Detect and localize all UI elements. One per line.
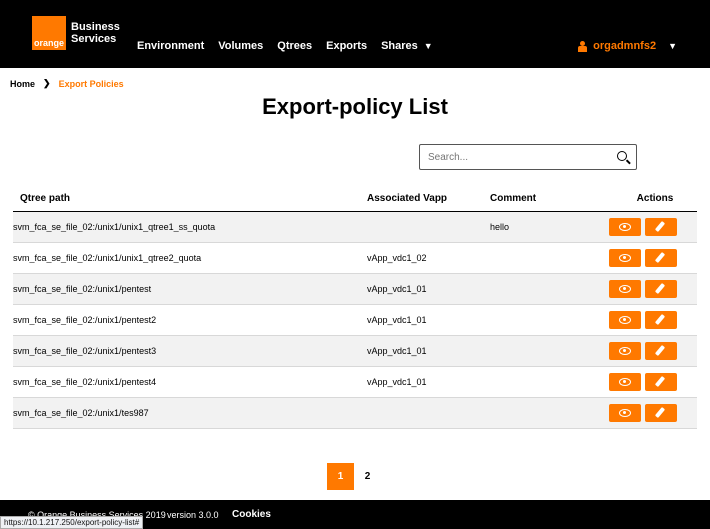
eye-icon — [619, 254, 631, 262]
row-actions — [609, 280, 697, 298]
chevron-down-icon: ▼ — [668, 41, 677, 51]
view-button[interactable] — [609, 373, 641, 391]
username: orgadmnfs2 — [593, 40, 657, 52]
header-actions: Actions — [636, 192, 674, 204]
pencil-icon — [654, 376, 666, 387]
edit-button[interactable] — [645, 404, 677, 422]
eye-icon — [619, 285, 631, 293]
pagination: 1 2 — [327, 463, 381, 490]
nav-volumes[interactable]: Volumes — [218, 40, 263, 52]
pencil-icon — [654, 252, 666, 263]
edit-button[interactable] — [645, 280, 677, 298]
table-row: svm_fca_se_file_02:/unix1/pentest4 vApp_… — [13, 367, 697, 398]
edit-button[interactable] — [645, 342, 677, 360]
table-row: svm_fca_se_file_02:/unix1/unix1_qtree1_s… — [13, 212, 697, 243]
edit-button[interactable] — [645, 373, 677, 391]
breadcrumb-home[interactable]: Home — [10, 79, 35, 89]
main-nav: Environment Volumes Qtrees Exports Share… — [137, 40, 433, 52]
header-associated-vapp: Associated Vapp — [367, 192, 448, 204]
edit-button[interactable] — [645, 218, 677, 236]
breadcrumb-current: Export Policies — [58, 78, 124, 89]
brand-line-1: Business — [71, 21, 120, 33]
user-menu[interactable]: orgadmnfs2 ▼ — [578, 40, 677, 52]
table-row: svm_fca_se_file_02:/unix1/pentest vApp_v… — [13, 274, 697, 305]
eye-icon — [619, 347, 631, 355]
cell-vapp: vApp_vdc1_01 — [367, 346, 427, 356]
cell-qtree-path: svm_fca_se_file_02:/unix1/pentest2 — [13, 315, 157, 325]
nav-qtrees[interactable]: Qtrees — [277, 40, 312, 52]
cookies-link[interactable]: Cookies — [232, 509, 271, 520]
table-row: svm_fca_se_file_02:/unix1/tes987 — [13, 398, 697, 429]
eye-icon — [619, 409, 631, 417]
pencil-icon — [654, 221, 666, 232]
pencil-icon — [654, 345, 666, 356]
view-button[interactable] — [609, 280, 641, 298]
cell-qtree-path: svm_fca_se_file_02:/unix1/pentest3 — [13, 346, 157, 356]
cell-vapp: vApp_vdc1_02 — [367, 253, 427, 263]
cell-qtree-path: svm_fca_se_file_02:/unix1/unix1_qtree1_s… — [13, 222, 216, 232]
cell-vapp: vApp_vdc1_01 — [367, 315, 427, 325]
view-button[interactable] — [609, 311, 641, 329]
cell-vapp: vApp_vdc1_01 — [367, 284, 427, 294]
row-actions — [609, 218, 697, 236]
header-comment: Comment — [490, 192, 537, 204]
page-1-button[interactable]: 1 — [327, 463, 354, 490]
cell-qtree-path: svm_fca_se_file_02:/unix1/pentest — [13, 284, 152, 294]
pencil-icon — [654, 407, 666, 418]
table-row: svm_fca_se_file_02:/unix1/pentest2 vApp_… — [13, 305, 697, 336]
pencil-icon — [654, 283, 666, 294]
export-policy-table: Qtree path Associated Vapp Comment Actio… — [13, 185, 697, 429]
eye-icon — [619, 223, 631, 231]
table-row: svm_fca_se_file_02:/unix1/unix1_qtree2_q… — [13, 243, 697, 274]
pencil-icon — [654, 314, 666, 325]
page-2-button[interactable]: 2 — [354, 463, 381, 490]
view-button[interactable] — [609, 218, 641, 236]
table-header: Qtree path Associated Vapp Comment Actio… — [13, 185, 697, 212]
header-qtree-path: Qtree path — [20, 192, 71, 204]
cell-qtree-path: svm_fca_se_file_02:/unix1/pentest4 — [13, 377, 157, 387]
user-icon — [578, 40, 588, 52]
brand-line-2: Services — [71, 33, 117, 45]
status-bar-url: https://10.1.217.250/export-policy-list# — [0, 516, 144, 529]
search-input[interactable] — [420, 150, 610, 164]
nav-environment[interactable]: Environment — [137, 40, 204, 52]
search-box — [419, 144, 637, 170]
edit-button[interactable] — [645, 311, 677, 329]
top-navbar: orange Business Services Environment Vol… — [0, 0, 710, 68]
cell-qtree-path: svm_fca_se_file_02:/unix1/tes987 — [13, 408, 149, 418]
breadcrumb: Home ❯ Export Policies — [10, 78, 124, 89]
nav-exports[interactable]: Exports — [326, 40, 367, 52]
search-icon[interactable] — [617, 151, 627, 161]
cell-qtree-path: svm_fca_se_file_02:/unix1/unix1_qtree2_q… — [13, 253, 202, 263]
eye-icon — [619, 378, 631, 386]
view-button[interactable] — [609, 404, 641, 422]
row-actions — [609, 404, 697, 422]
edit-button[interactable] — [645, 249, 677, 267]
row-actions — [609, 342, 697, 360]
orange-logo[interactable]: orange — [32, 16, 66, 50]
footer-version: version 3.0.0 — [167, 510, 219, 520]
page-title: Export-policy List — [262, 94, 448, 119]
eye-icon — [619, 316, 631, 324]
brand-name: Business Services — [71, 21, 120, 45]
row-actions — [609, 373, 697, 391]
logo-text: orange — [34, 38, 65, 48]
view-button[interactable] — [609, 342, 641, 360]
table-row: svm_fca_se_file_02:/unix1/pentest3 vApp_… — [13, 336, 697, 367]
row-actions — [609, 311, 697, 329]
nav-shares-label: Shares — [381, 40, 418, 52]
chevron-down-icon: ▼ — [423, 41, 433, 51]
row-actions — [609, 249, 697, 267]
chevron-right-icon: ❯ — [43, 78, 51, 88]
nav-shares-dropdown[interactable]: Shares ▼ — [381, 40, 433, 52]
cell-vapp: vApp_vdc1_01 — [367, 377, 427, 387]
view-button[interactable] — [609, 249, 641, 267]
cell-comment: hello — [490, 222, 510, 232]
